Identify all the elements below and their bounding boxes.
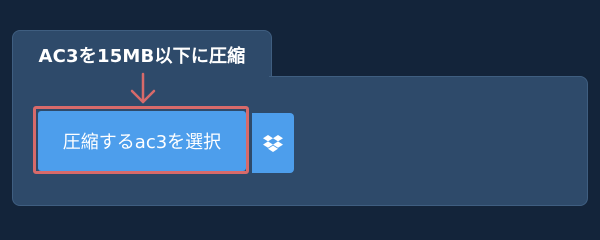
panel-title: AC3を15MB以下に圧縮 [38, 46, 246, 67]
dropbox-button[interactable] [252, 113, 294, 173]
select-file-button[interactable]: 圧縮するac3を選択 [38, 111, 246, 171]
down-arrow-icon [130, 72, 156, 104]
dropbox-icon [263, 135, 283, 152]
page: AC3を15MB以下に圧縮 圧縮するac3を選択 [0, 0, 600, 230]
